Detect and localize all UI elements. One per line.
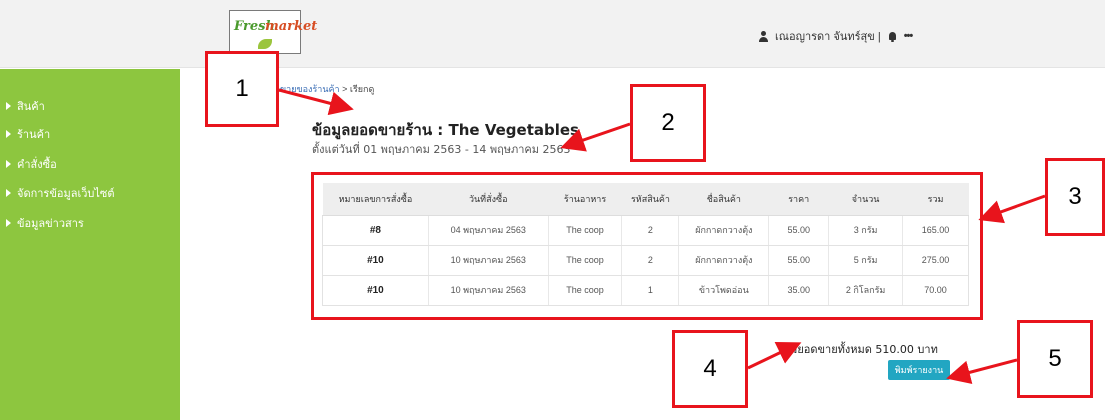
user-icon[interactable] [758,30,769,42]
callout-5: 5 [1017,320,1093,398]
leaf-icon [258,39,272,49]
callout-3: 3 [1045,158,1105,236]
sidebar-item-news[interactable]: ข้อมูลข่าวสาร [6,214,84,232]
breadcrumb-current: เรียกดู [349,84,375,94]
print-report-button[interactable]: พิมพ์รายงาน [888,360,950,380]
logo-word-market: market [265,19,318,34]
arrow-3 [978,194,1046,224]
sidebar-item-label: ร้านค้า [17,129,51,141]
top-header: Fresh market เณอญารดา จันทร์สุข | ••• [0,0,1105,68]
callout-1: 1 [205,51,279,127]
sidebar-item-label: จัดการข้อมูลเว็บไซต์ [17,188,115,200]
caret-right-icon [6,160,11,168]
more-icon[interactable]: ••• [904,30,914,42]
sidebar-item-label: คำสั่งซื้อ [17,159,57,171]
caret-right-icon [6,130,11,138]
sidebar-item-label: สินค้า [17,101,45,113]
sidebar-item-label: ข้อมูลข่าวสาร [17,218,84,230]
caret-right-icon [6,189,11,197]
page-title: ข้อมูลยอดขายร้าน : The Vegetables [312,121,579,139]
sidebar-item-stores[interactable]: ร้านค้า [6,125,50,143]
sidebar: สินค้า ร้านค้า คำสั่งซื้อ จัดการข้อมูลเว… [0,69,180,420]
caret-right-icon [6,102,11,110]
fresh-market-logo[interactable]: Fresh market [229,10,317,54]
callout-4: 4 [672,330,748,408]
user-name[interactable]: เณอญารดา จันทร์สุข | [775,27,881,45]
arrow-5 [946,358,1018,385]
breadcrumb-separator: > [342,84,348,94]
grand-total: รวมยอดขายทั้งหมด 510.00 บาท [778,343,938,356]
sidebar-item-website-settings[interactable]: จัดการข้อมูลเว็บไซต์ [6,184,115,202]
user-area: เณอญารดา จันทร์สุข | ••• [758,27,914,45]
callout-2: 2 [630,84,706,162]
date-range: ตั้งแต่วันที่ 01 พฤษภาคม 2563 - 14 พฤษภา… [312,143,571,156]
sidebar-item-orders[interactable]: คำสั่งซื้อ [6,155,57,173]
table-highlight-box [311,172,983,320]
sidebar-item-products[interactable]: สินค้า [6,97,45,115]
bell-icon[interactable] [887,31,898,42]
caret-right-icon [6,219,11,227]
